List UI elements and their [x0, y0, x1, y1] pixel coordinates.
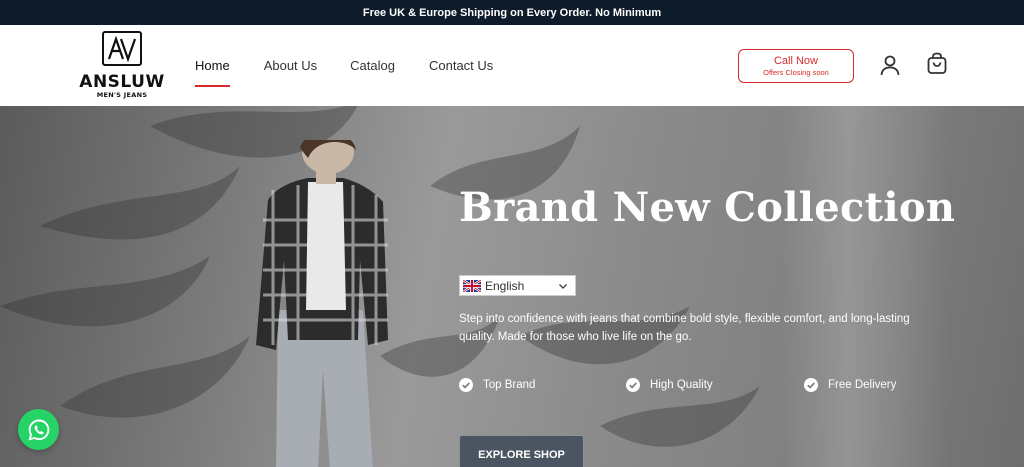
feature-label: Free Delivery: [828, 379, 897, 391]
feature-high-quality: High Quality: [626, 378, 713, 392]
brand-logo[interactable]: ANSLUW MEN'S JEANS: [78, 31, 166, 101]
announcement-text: Free UK & Europe Shipping on Every Order…: [362, 6, 662, 19]
nav-catalog[interactable]: Catalog: [350, 58, 395, 78]
feature-label: Top Brand: [483, 379, 536, 391]
logo-mark-icon: [102, 31, 142, 66]
model-photo: [256, 140, 388, 467]
nav-home[interactable]: Home: [195, 58, 230, 87]
hero-title: Brand New Collection: [459, 184, 956, 231]
feature-free-delivery: Free Delivery: [804, 378, 896, 392]
hero-description: Step into confidence with jeans that com…: [459, 313, 910, 343]
hero-banner: Brand New Collection English Step into c…: [0, 106, 1024, 467]
brand-tagline: MEN'S JEANS: [96, 91, 148, 99]
nav-contact-us[interactable]: Contact Us: [429, 58, 493, 78]
chevron-down-icon: [559, 284, 567, 289]
call-now-label: Call Now: [773, 55, 818, 67]
check-circle-icon: [626, 378, 640, 392]
nav-about-us[interactable]: About Us: [264, 58, 317, 78]
brand-name: ANSLUW: [79, 72, 165, 92]
site-header: ANSLUW MEN'S JEANS Home About Us Catalog…: [0, 25, 1024, 106]
whatsapp-chat-button[interactable]: [18, 409, 59, 450]
user-icon: [880, 55, 900, 76]
announcement-bar: Free UK & Europe Shipping on Every Order…: [0, 0, 1024, 25]
language-select[interactable]: English: [459, 275, 576, 296]
uk-flag-icon: [463, 279, 481, 292]
whatsapp-icon: [27, 419, 49, 441]
language-label: English: [485, 278, 525, 293]
call-now-sublabel: Offers Closing soon: [763, 68, 829, 77]
cart-icon: [927, 52, 947, 74]
check-circle-icon: [459, 378, 473, 392]
feature-top-brand: Top Brand: [459, 378, 535, 392]
account-button[interactable]: [877, 52, 903, 78]
check-circle-icon: [804, 378, 818, 392]
call-now-button[interactable]: Call Now Offers Closing soon: [738, 49, 854, 83]
explore-shop-button[interactable]: EXPLORE SHOP: [459, 435, 584, 467]
cart-button[interactable]: [924, 51, 950, 77]
main-nav: Home About Us Catalog Contact Us: [195, 58, 493, 87]
light-beam-decoration: [780, 106, 950, 467]
feature-label: High Quality: [650, 379, 713, 391]
